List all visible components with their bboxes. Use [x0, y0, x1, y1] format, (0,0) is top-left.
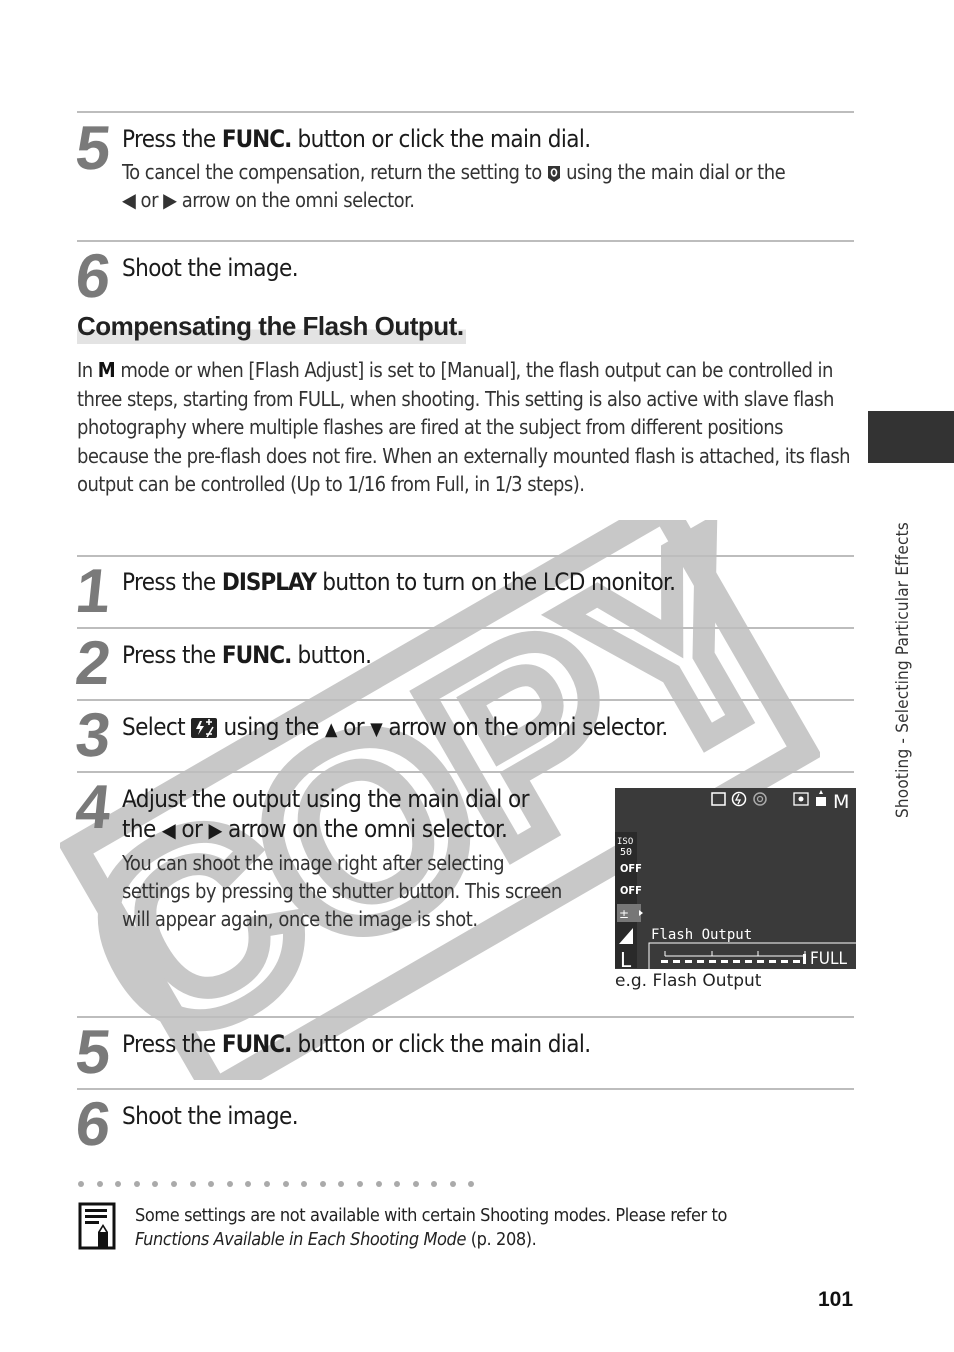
- lcd-graphic: M ISO 50 OFF OFF ± L Flash Output FULL: [615, 788, 856, 969]
- lcd-off-2: OFF: [620, 884, 642, 897]
- focus-icon: [816, 797, 826, 806]
- step-title: Shoot the image.: [122, 1102, 299, 1130]
- display-key-label: DISPLAY: [221, 568, 317, 596]
- lcd-off-1: OFF: [620, 862, 642, 875]
- func-key-label: FUNC.: [221, 1030, 292, 1058]
- image-caption: e.g. Flash Output: [615, 971, 762, 991]
- step-title: Press the FUNC. button.: [122, 641, 372, 669]
- cross-reference-link: Functions Available in Each Shooting Mod…: [135, 1229, 467, 1250]
- lcd-full-label: FULL: [810, 949, 848, 969]
- step-number: 5: [72, 114, 113, 183]
- chapter-tab: [868, 411, 954, 463]
- left-arrow-icon: ◀: [161, 818, 176, 842]
- divider: [77, 699, 854, 701]
- lcd-mode: M: [833, 791, 849, 813]
- page-number: 101: [818, 1288, 854, 1311]
- divider: [77, 627, 854, 629]
- step-number: 2: [72, 629, 113, 698]
- func-key-label: FUNC.: [221, 641, 292, 669]
- step-description: To cancel the compensation, return the s…: [122, 160, 786, 212]
- divider: [77, 555, 854, 557]
- lcd-iso-label: ISO: [617, 837, 633, 847]
- step-title: Shoot the image.: [122, 254, 299, 282]
- step-number: 1: [72, 557, 113, 626]
- note-pencil-icon: [78, 1202, 116, 1250]
- step-description: You can shoot the image right after sele…: [122, 851, 562, 931]
- lcd-menu-label: Flash Output: [651, 927, 752, 943]
- right-arrow-icon: ▶: [208, 818, 223, 842]
- step-title: Press the DISPLAY button to turn on the …: [122, 568, 676, 596]
- divider: [77, 240, 854, 242]
- step-title: Press the FUNC. button or click the main…: [122, 1030, 591, 1058]
- section-paragraph: In M mode or when [Flash Adjust] is set …: [77, 358, 851, 496]
- step-number: 3: [72, 701, 113, 770]
- dotted-separator: [78, 1181, 487, 1187]
- step-title: Select using the ▲ or ▼ arrow on the omn…: [122, 713, 668, 741]
- step-number: 4: [72, 773, 113, 842]
- step-title: Adjust the output using the main dial or…: [122, 785, 529, 843]
- divider: [77, 111, 854, 113]
- right-arrow-icon: ▶: [163, 188, 177, 212]
- step-title: Press the FUNC. button or click the main…: [122, 125, 591, 153]
- func-key-label: FUNC.: [221, 125, 292, 153]
- divider: [77, 1016, 854, 1018]
- chapter-title: Shooting - Selecting Particular Effects: [893, 522, 913, 818]
- step-number: 6: [72, 1090, 113, 1159]
- mode-m-label: M: [97, 358, 116, 382]
- section-heading: Compensating the Flash Output.: [77, 308, 466, 344]
- step-number: 6: [72, 242, 113, 311]
- svg-text:±: ±: [619, 907, 629, 921]
- flash-compensation-icon: [191, 718, 218, 738]
- lcd-iso-value: 50: [620, 847, 632, 858]
- zero-compensation-icon: [547, 165, 560, 182]
- note-text: Some settings are not available with cer…: [135, 1205, 727, 1250]
- left-arrow-icon: ◀: [122, 188, 136, 212]
- divider: [77, 1088, 854, 1090]
- divider: [77, 771, 854, 773]
- lcd-screen-example: M ISO 50 OFF OFF ± L Flash Output FULL: [615, 788, 856, 969]
- step-number: 5: [72, 1018, 113, 1087]
- down-arrow-icon: ▼: [370, 719, 383, 740]
- lcd-size-letter: L: [620, 948, 632, 969]
- up-arrow-icon: ▲: [325, 719, 337, 740]
